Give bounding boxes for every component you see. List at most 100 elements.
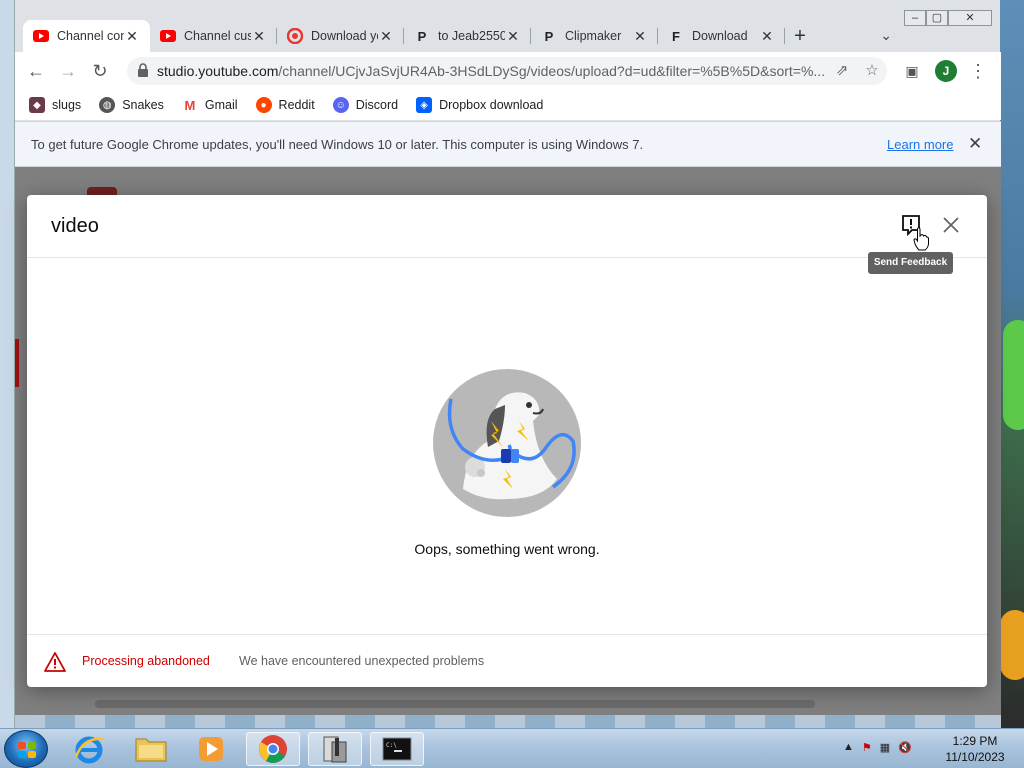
internet-explorer-icon [74, 736, 104, 764]
tab-close-icon[interactable]: ✕ [759, 28, 775, 45]
tab-search-chevron-icon[interactable]: ⌄ [880, 27, 892, 44]
back-button[interactable]: ← [25, 60, 47, 82]
p-icon: P [417, 28, 427, 44]
bookmarks-bar: ◆ slugs ◍ Snakes M Gmail ● Reddit ☺ Disc… [15, 90, 1001, 120]
reddit-icon: ● [255, 97, 272, 113]
youtube-icon [160, 28, 176, 44]
nav-highlight [15, 339, 19, 387]
bookmark-star-icon[interactable]: ☆ [863, 62, 881, 80]
bookmark-gmail[interactable]: M Gmail [181, 97, 238, 113]
tab-title: Channel customization [184, 29, 251, 43]
start-button[interactable] [4, 730, 48, 768]
internet-explorer-taskbar-button[interactable] [62, 732, 116, 766]
youtube-icon [33, 28, 49, 44]
upload-dialog: video Send Feedback Oops, something went… [27, 195, 987, 687]
bookmark-discord[interactable]: ☺ Discord [332, 97, 399, 113]
infobar-close-icon[interactable]: ✕ [968, 134, 982, 154]
bookmark-label: Discord [355, 98, 399, 112]
volume-muted-icon[interactable]: 🔇 [898, 741, 912, 754]
gmail-icon: M [181, 97, 198, 113]
svg-text:C:\: C:\ [386, 742, 397, 749]
page-scrollbar[interactable] [95, 700, 815, 708]
tab-title: Channel content [57, 29, 124, 43]
tab-close-icon[interactable]: ✕ [251, 28, 267, 45]
clock-time: 1:29 PM [952, 734, 998, 748]
slug-icon: ◆ [29, 97, 45, 113]
wallpaper-strip [15, 715, 1001, 728]
archive-taskbar-button[interactable] [308, 732, 362, 766]
action-center-flag-icon[interactable]: ⚑ [862, 741, 872, 754]
clock-date: 11/10/2023 [945, 750, 1005, 764]
dialog-footer: Processing abandoned We have encountered… [27, 634, 987, 687]
tab-title: to Jeab2550 [438, 29, 505, 43]
bookmark-dropbox[interactable]: ◈ Dropbox download [416, 97, 543, 113]
error-illustration [433, 369, 581, 517]
forward-button[interactable]: → [57, 60, 79, 82]
minimize-button[interactable]: – [904, 10, 926, 26]
network-icon[interactable]: ▦ [880, 741, 890, 754]
infobar-message: To get future Google Chrome updates, you… [31, 137, 644, 152]
profile-avatar[interactable]: J [935, 60, 957, 82]
media-player-icon [199, 737, 223, 761]
tab-to-jeab[interactable]: P to Jeab2550 ✕ [404, 20, 531, 52]
share-icon[interactable]: ⇗ [833, 62, 851, 80]
lock-icon [138, 63, 148, 77]
warning-icon [44, 652, 66, 672]
tab-title: Clipmaker [565, 29, 622, 43]
file-explorer-taskbar-button[interactable] [124, 732, 178, 766]
window-close-button[interactable]: ✕ [948, 10, 992, 26]
error-message: Oops, something went wrong. [414, 541, 600, 557]
dialog-header: video [27, 195, 987, 258]
update-infobar: To get future Google Chrome updates, you… [15, 121, 1001, 167]
dialog-close-icon[interactable] [941, 215, 961, 235]
bookmark-snakes[interactable]: ◍ Snakes [99, 97, 164, 113]
desktop-wallpaper-detail [1003, 320, 1024, 430]
bookmark-slugs[interactable]: ◆ slugs [29, 97, 81, 113]
new-tab-button[interactable]: + [785, 20, 815, 52]
side-panel-icon[interactable]: ▣ [901, 60, 923, 82]
dialog-title: video [51, 215, 99, 237]
mouse-cursor-icon [913, 227, 929, 251]
system-tray: ▲ ⚑ ▦ 🔇 [843, 741, 912, 754]
show-hidden-icons-chevron-icon[interactable]: ▲ [843, 741, 854, 754]
bookmark-label: Snakes [122, 98, 164, 112]
folder-icon [135, 738, 167, 762]
command-prompt-icon: C:\ [382, 737, 412, 761]
bookmark-label: Dropbox download [439, 98, 544, 112]
archive-app-icon [323, 736, 347, 763]
tab-title: Download [692, 29, 748, 43]
menu-kebab-icon[interactable]: ⋮ [967, 60, 989, 82]
discord-icon: ☺ [332, 97, 349, 113]
chrome-taskbar-button[interactable] [246, 732, 300, 766]
tab-close-icon[interactable]: ✕ [632, 28, 648, 45]
browser-toolbar: ← → ↻ studio.youtube.com/channel/UCjvJaS… [15, 52, 1001, 90]
media-player-taskbar-button[interactable] [184, 732, 238, 766]
tab-clipmaker[interactable]: P Clipmaker ✕ [531, 20, 658, 52]
desktop-wallpaper-detail [1000, 610, 1024, 680]
send-feedback-tooltip: Send Feedback [868, 252, 953, 274]
address-bar[interactable]: studio.youtube.com/channel/UCjvJaSvjUR4A… [127, 57, 887, 85]
bookmark-reddit[interactable]: ● Reddit [255, 97, 315, 113]
learn-more-link[interactable]: Learn more [887, 137, 953, 152]
tab-title: Download your video [311, 29, 378, 43]
tab-channel-content[interactable]: Channel content ✕ [23, 20, 150, 52]
tab-download-your-video[interactable]: Download your video ✕ [277, 20, 404, 52]
windows-logo-icon [18, 742, 36, 758]
tab-close-icon[interactable]: ✕ [378, 28, 394, 45]
reload-button[interactable]: ↻ [89, 60, 111, 82]
command-prompt-taskbar-button[interactable]: C:\ [370, 732, 424, 766]
p-icon: P [544, 28, 554, 44]
tab-channel-customization[interactable]: Channel customization ✕ [150, 20, 277, 52]
maximize-button[interactable]: ▢ [926, 10, 948, 26]
windows-taskbar: C:\ ▲ ⚑ ▦ 🔇 1:29 PM 11/10/2023 [0, 728, 1024, 768]
taskbar-clock[interactable]: 1:29 PM 11/10/2023 [940, 733, 1010, 765]
bookmark-label: slugs [52, 98, 82, 112]
tab-close-icon[interactable]: ✕ [505, 28, 521, 45]
status-detail: We have encountered unexpected problems [239, 654, 485, 668]
tab-strip: Channel content ✕ Channel customization … [23, 20, 815, 52]
url-text: studio.youtube.com/channel/UCjvJaSvjUR4A… [157, 63, 826, 79]
tab-download[interactable]: F Download ✕ [658, 20, 785, 52]
tab-close-icon[interactable]: ✕ [124, 28, 140, 45]
f-icon: F [672, 28, 680, 44]
window-controls: – ▢ ✕ [904, 10, 992, 26]
